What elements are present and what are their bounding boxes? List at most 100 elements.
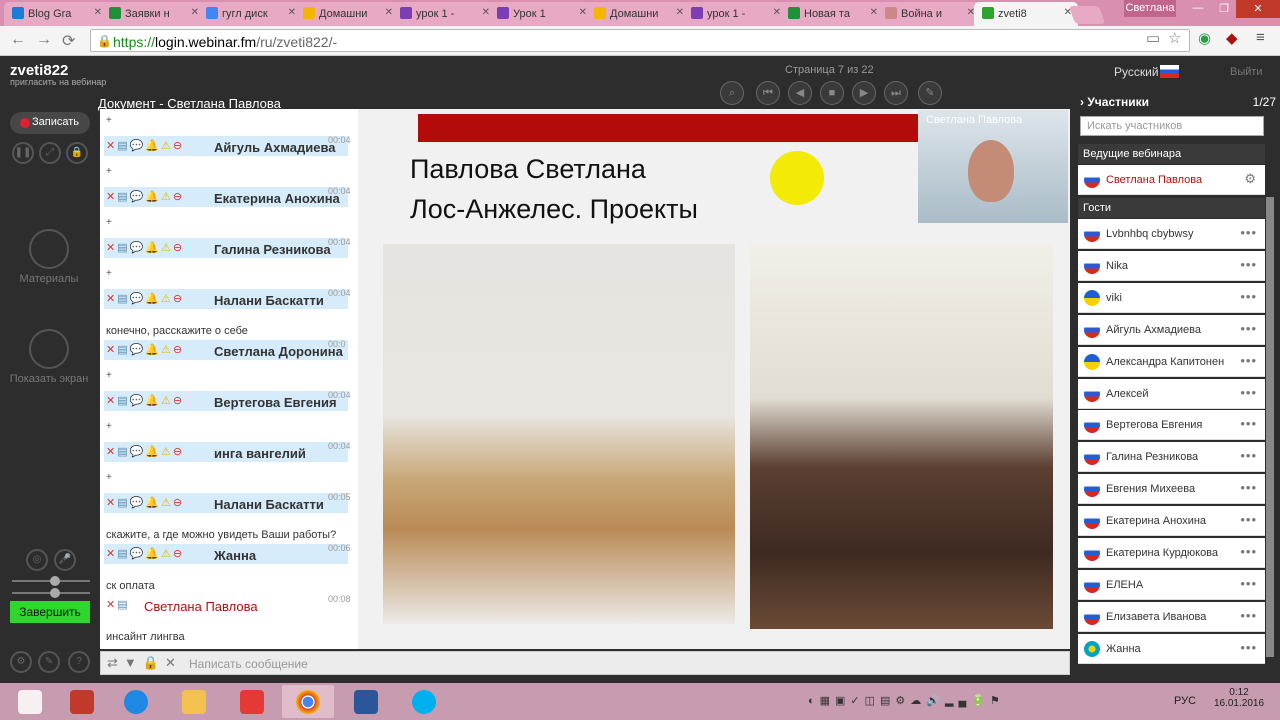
participant-row[interactable]: Елизавета Иванова ••• [1078,601,1265,632]
chat-action-icons[interactable]: ✕▤💬🔔⚠⊖ [106,139,184,152]
browser-tab[interactable]: Война и ✕ [877,2,981,26]
participant-row[interactable]: Екатерина Анохина ••• [1078,506,1265,537]
chat-author[interactable]: Налани Баскатти [214,497,324,512]
browser-tab[interactable]: Новая та ✕ [780,2,884,26]
back-icon[interactable]: ← [10,31,26,49]
chat-action-icons[interactable]: ✕▤💬🔔⚠⊖ [106,292,184,305]
forward-icon[interactable]: → [36,31,52,49]
settings-icon[interactable]: ⚙ [10,651,32,673]
zoom-icon[interactable]: ⌕ [720,81,744,105]
participant-row[interactable]: Айгуль Ахмадиева ••• [1078,314,1265,345]
participant-row[interactable]: Вертегова Евгения ••• [1078,410,1265,441]
more-options-icon[interactable]: ••• [1240,321,1257,336]
participant-row[interactable]: Lvbnhbq cbybwsy ••• [1078,219,1265,249]
ublock-icon[interactable]: ◆ [1226,29,1238,47]
chat-author[interactable]: Светлана Доронина [214,344,343,359]
volume-slider[interactable] [12,576,90,586]
word-icon[interactable] [340,685,392,718]
prev-page-icon[interactable]: ◀ [788,81,812,105]
chat-author[interactable]: Вертегова Евгения [214,395,337,410]
browser-tab[interactable]: zveti8 ✕ [974,2,1078,26]
record-button[interactable]: Записать [10,112,90,134]
chat-action-icons[interactable]: ✕▤💬🔔⚠⊖ [106,547,184,560]
composer-tools[interactable]: ⇄▼🔒✕ [107,655,182,671]
participant-row[interactable]: Галина Резникова ••• [1078,442,1265,473]
first-page-icon[interactable]: ⏮ [756,81,780,105]
browser-tab[interactable]: Домашни ✕ [586,2,690,26]
input-language[interactable]: РУС [1174,695,1196,707]
participants-title[interactable]: › Участники [1080,95,1149,109]
materials-button[interactable]: Материалы [0,229,98,285]
participant-row[interactable]: Александра Капитонен ••• [1078,346,1265,377]
explorer-icon[interactable] [168,685,220,718]
more-options-icon[interactable]: ••• [1240,416,1257,431]
next-page-icon[interactable]: ▶ [852,81,876,105]
system-tray[interactable]: ◐▦▣✓◫▤⚙☁🔊▂▄🔋⚑ [808,694,1005,707]
clock[interactable]: 0:12 16.01.2016 [1210,687,1268,709]
participant-search-input[interactable]: Искать участников [1080,116,1264,136]
skype-icon[interactable] [398,685,450,718]
chat-action-icons[interactable]: ✕▤💬🔔⚠⊖ [106,496,184,509]
chat-author[interactable]: Жанна [214,548,256,563]
menu-icon[interactable]: ≡ [1256,29,1265,46]
more-options-icon[interactable]: ••• [1240,608,1257,623]
show-screen-button[interactable]: Показать экран [0,329,98,385]
chat-author[interactable]: Айгуль Ахмадиева [214,140,336,155]
bookmark-star-icon[interactable]: ☆ [1168,29,1181,47]
chat-author[interactable]: Налани Баскатти [214,293,324,308]
chat-action-icons[interactable]: ✕▤💬🔔⚠⊖ [106,343,184,356]
more-options-icon[interactable]: ••• [1240,257,1257,272]
chat-author[interactable]: Екатерина Анохина [214,191,340,206]
more-options-icon[interactable]: ••• [1240,289,1257,304]
more-options-icon[interactable]: ••• [1240,353,1257,368]
browser-tab[interactable]: Урок 1 ✕ [489,2,593,26]
participant-row[interactable]: Жанна ••• [1078,633,1265,664]
snipping-tool-icon[interactable] [56,685,108,718]
new-tab-button[interactable] [1068,6,1106,24]
ie-icon[interactable] [110,685,162,718]
browser-tab[interactable]: Домашни ✕ [295,2,399,26]
lock-room-icon[interactable]: 🔒 [66,142,88,164]
tools-icon[interactable]: ✎ [38,651,60,673]
more-options-icon[interactable]: ••• [1240,385,1257,400]
more-options-icon[interactable]: ••• [1240,480,1257,495]
message-input[interactable]: Написать сообщение [189,657,308,671]
pen-icon[interactable]: ✎ [918,81,942,105]
participant-row[interactable]: Nika ••• [1078,250,1265,281]
extension-icon[interactable]: ◉ [1198,29,1211,47]
more-options-icon[interactable]: ••• [1240,576,1257,591]
chrome-icon[interactable] [282,685,334,718]
host-row[interactable]: Светлана Павлова ⚙ [1078,165,1265,195]
participants-scrollbar[interactable] [1266,197,1274,657]
exit-link[interactable]: Выйти [1230,66,1263,78]
browser-tab[interactable]: Blog Gra ✕ [4,2,108,26]
more-options-icon[interactable]: ••• [1240,512,1257,527]
chat-action-icons[interactable]: ✕▤ [106,598,130,611]
profile-badge[interactable]: Светлана [1124,0,1176,17]
message-composer[interactable]: ⇄▼🔒✕ Написать сообщение [100,651,1070,675]
participant-row[interactable]: Алексей ••• [1078,378,1265,409]
more-options-icon[interactable]: ••• [1240,448,1257,463]
pause-icon[interactable]: ❚❚ [12,142,34,164]
maximize-icon[interactable]: ❐ [1212,0,1236,18]
start-button[interactable] [4,685,56,718]
chat-author[interactable]: Светлана Павлова [144,599,258,614]
gear-icon[interactable]: ⚙ [1244,171,1257,187]
browser-tab[interactable]: урок 1 - ✕ [683,2,787,26]
last-page-icon[interactable]: ⏭ [884,81,908,105]
invite-link[interactable]: пригласить на вебинар [10,77,106,87]
microphone-icon[interactable]: 🎤 [54,549,76,571]
chat-action-icons[interactable]: ✕▤💬🔔⚠⊖ [106,190,184,203]
camera-icon[interactable]: ◎ [26,549,48,571]
fullscreen-icon[interactable]: ⤢ [39,142,61,164]
participant-row[interactable]: Екатерина Курдюкова ••• [1078,538,1265,568]
browser-tab[interactable]: урок 1 - ✕ [392,2,496,26]
chat-author[interactable]: инга вангелий [214,446,306,461]
more-options-icon[interactable]: ••• [1240,640,1257,655]
more-options-icon[interactable]: ••• [1240,544,1257,559]
chat-action-icons[interactable]: ✕▤💬🔔⚠⊖ [106,241,184,254]
mic-slider[interactable] [12,588,90,598]
apps-icon[interactable] [226,685,278,718]
close-window-icon[interactable]: ✕ [1236,0,1280,18]
browser-tab[interactable]: гугл диск ✕ [198,2,302,26]
